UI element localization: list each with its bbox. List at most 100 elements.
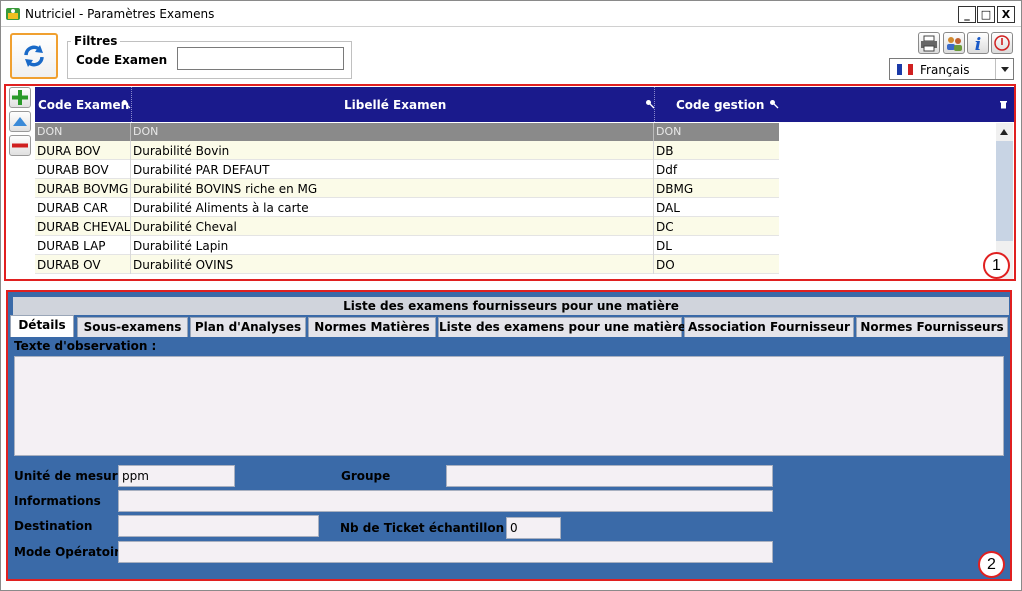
cell-separator [653,217,654,236]
cell-libelle-examen: Durabilité OVINS [133,258,234,272]
print-icon [921,35,937,52]
mode-operatoire-field[interactable] [118,541,773,563]
cell-separator [653,236,654,255]
minimize-button[interactable]: _ [958,6,976,23]
cell-separator [653,198,654,217]
observation-label: Texte d'observation : [14,339,157,353]
column-header-libelle-examen[interactable]: Libellé Examen [344,98,446,112]
cell-separator [653,141,654,160]
maximize-button[interactable]: □ [977,6,995,23]
code-examen-input[interactable] [177,47,344,70]
window-title: Nutriciel - Paramètres Examens [25,7,215,21]
cell-code-gestion: DO [656,258,675,272]
table-row[interactable]: DURAB CHEVAL Durabilité Cheval DC [35,217,779,236]
grid-side-toolbar [9,87,31,159]
details-tabs: Détails Sous-examens Plan d'Analyses Nor… [10,315,1010,337]
refresh-button[interactable] [10,33,58,79]
tab-normes-fournisseurs[interactable]: Normes Fournisseurs [856,317,1008,337]
trash-icon[interactable] [999,99,1008,109]
mode-operatoire-label: Mode Opératoire [14,545,129,559]
filter-libelle-examen[interactable]: DON [133,125,158,138]
cell-code-gestion: DBMG [656,182,694,196]
observation-textarea[interactable] [14,356,1004,456]
table-row[interactable]: DURAB BOVMG Durabilité BOVINS riche en M… [35,179,779,198]
tab-association-fournisseur[interactable]: Association Fournisseur [684,317,854,337]
cell-separator [130,198,131,217]
cell-code-examen: DURAB CAR [37,201,109,215]
cell-code-examen: DURAB CHEVAL [37,220,131,234]
destination-field[interactable] [118,515,319,537]
unit-label: Unité de mesure [14,469,126,483]
cell-code-gestion: DAL [656,201,680,215]
users-button[interactable] [943,32,965,54]
cell-code-examen: DURAB OV [37,258,101,272]
scrollbar-thumb[interactable] [996,141,1013,241]
cell-code-examen: DURAB BOVMG [37,182,129,196]
column-separator[interactable] [654,87,655,122]
cell-libelle-examen: Durabilité Bovin [133,144,230,158]
code-examen-label: Code Examen [76,53,168,67]
grid-filter-row: DON DON DON [35,123,779,141]
scroll-up-icon[interactable] [999,128,1009,136]
plus-icon [12,90,28,105]
cell-separator [653,179,654,198]
search-icon[interactable] [769,99,779,109]
zone-1-badge: 1 [983,252,1010,279]
column-header-code-gestion[interactable]: Code gestion [676,98,764,112]
info-button[interactable]: i [967,32,989,55]
cell-code-gestion: DL [656,239,672,253]
minus-icon [12,143,28,148]
column-separator[interactable] [131,87,132,122]
filter-separator [653,123,654,141]
unit-field[interactable]: ppm [118,465,235,487]
group-field[interactable] [446,465,773,487]
quit-button[interactable] [991,32,1013,54]
filter-code-examen[interactable]: DON [37,125,62,138]
chevron-down-icon [1001,67,1009,72]
add-row-button[interactable] [9,87,31,108]
print-button[interactable] [918,32,940,54]
table-row[interactable]: DURAB OV Durabilité OVINS DO [35,255,779,274]
ticket-label: Nb de Ticket échantillon [340,521,505,535]
app-icon [6,8,20,20]
cell-libelle-examen: Durabilité Aliments à la carte [133,201,309,215]
zone-2-badge: 2 [978,551,1005,578]
ticket-field[interactable]: 0 [506,517,561,539]
filter-code-gestion[interactable]: DON [656,125,681,138]
column-header-code-examen[interactable]: Code Examen [38,98,129,112]
table-row[interactable]: DURAB LAP Durabilité Lapin DL [35,236,779,255]
examens-grid: Code Examen Libellé Examen Code gestion … [35,87,1014,279]
refresh-arrows-icon [24,45,44,67]
grid-header: Code Examen Libellé Examen Code gestion [35,87,1014,122]
cell-separator [653,255,654,274]
cell-separator [130,179,131,198]
cell-separator [130,141,131,160]
tab-details[interactable]: Détails [10,315,74,337]
tab-liste-examens-matiere[interactable]: Liste des examens pour une matière [438,317,686,337]
informations-label: Informations [14,494,101,508]
move-up-button[interactable] [9,111,31,132]
close-button[interactable]: X [997,6,1015,23]
informations-field[interactable] [118,490,773,512]
language-select[interactable]: Français [889,58,1014,80]
dropdown-arrow[interactable] [995,59,1013,79]
cell-code-examen: DURA BOV [37,144,101,158]
destination-label: Destination [14,519,93,533]
tab-plan-analyses[interactable]: Plan d'Analyses [190,317,306,337]
france-flag-icon [897,64,913,75]
app-window: Nutriciel - Paramètres Examens _ □ X Fil… [0,0,1022,591]
section-title: Liste des examens fournisseurs pour une … [13,297,1009,315]
table-row[interactable]: DURA BOV Durabilité Bovin DB [35,141,779,160]
group-label: Groupe [341,469,391,483]
cell-code-gestion: DB [656,144,674,158]
tab-sous-examens[interactable]: Sous-examens [77,317,188,337]
cell-code-examen: DURAB LAP [37,239,106,253]
tab-normes-matieres[interactable]: Normes Matières [308,317,436,337]
cell-separator [130,160,131,179]
table-row[interactable]: DURAB BOV Durabilité PAR DEFAUT Ddf [35,160,779,179]
table-row[interactable]: DURAB CAR Durabilité Aliments à la carte… [35,198,779,217]
title-bar: Nutriciel - Paramètres Examens _ □ X [1,1,1021,27]
search-icon[interactable] [121,99,131,109]
cell-code-gestion: Ddf [656,163,678,177]
delete-row-button[interactable] [9,135,31,156]
